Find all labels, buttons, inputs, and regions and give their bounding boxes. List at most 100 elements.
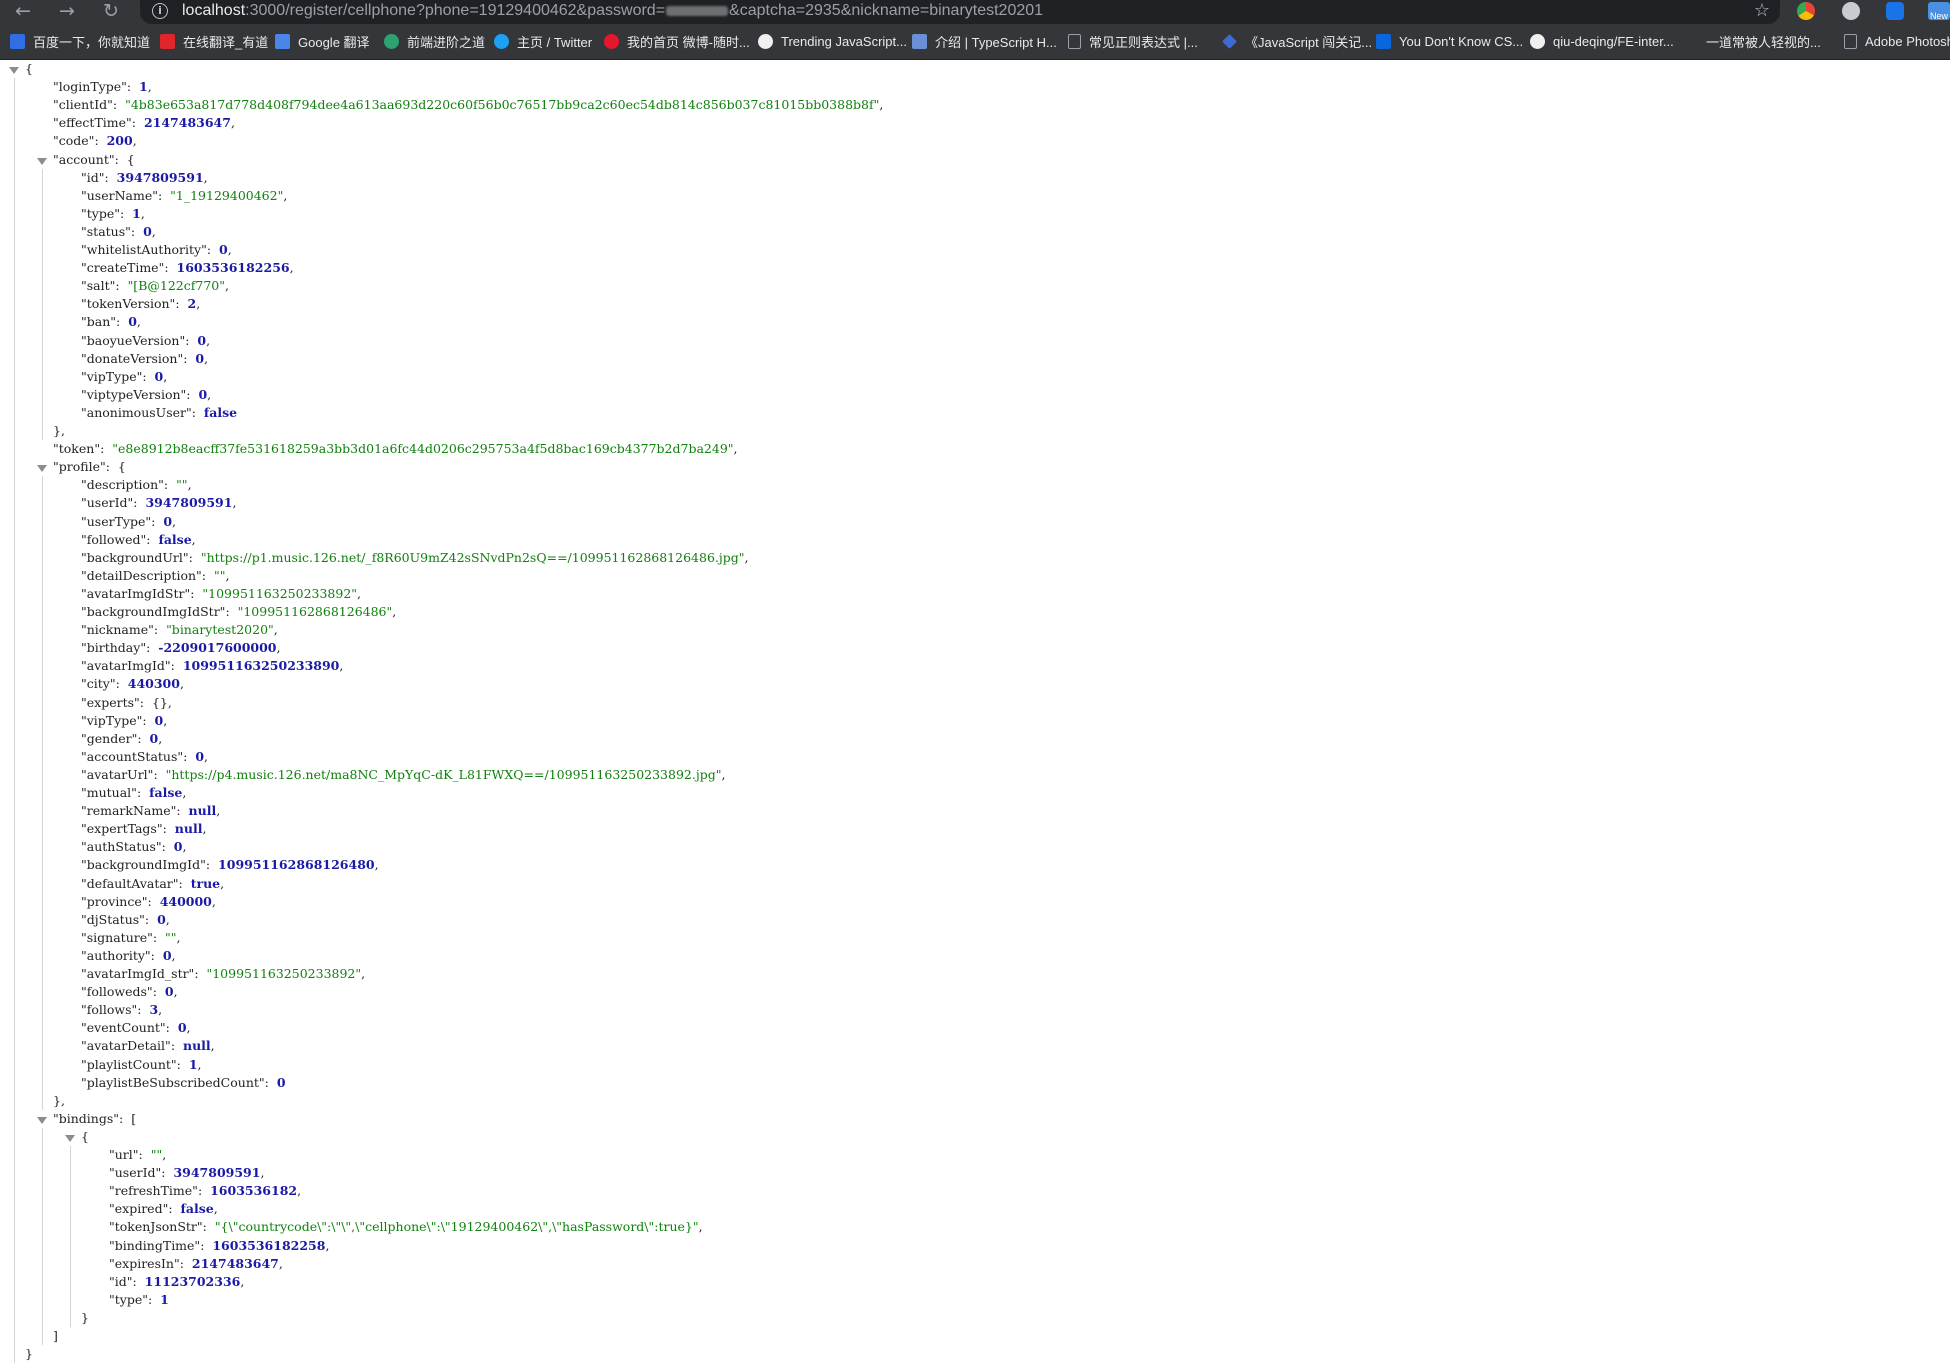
json-colon: : (152, 929, 166, 945)
json-string-value: "109951162868126486" (237, 604, 393, 619)
json-key: "playlistCount" (81, 1056, 177, 1072)
json-line: "defaultAvatar": true, (81, 875, 224, 893)
json-comma: , (182, 785, 187, 800)
json-key: "backgroundImgIdStr" (81, 604, 226, 619)
json-colon: : (152, 984, 165, 1000)
bookmark-item[interactable]: 在线翻译_有道 (160, 24, 268, 59)
json-number-value: 109951162868126480 (218, 857, 375, 873)
bookmark-item[interactable]: 主页 / Twitter (494, 24, 592, 59)
json-line: "detailDescription": "", (81, 567, 229, 585)
json-line: "effectTime": 2147483647, (53, 114, 235, 132)
json-colon: : (178, 875, 191, 891)
address-bar[interactable]: i localhost:3000/register/cellphone?phon… (140, 0, 1780, 24)
json-string-value: "" (165, 929, 177, 945)
collapse-toggle-icon[interactable] (37, 465, 47, 473)
bookmark-star-icon[interactable]: ☆ (1754, 0, 1770, 22)
json-comma: , (392, 604, 397, 619)
json-colon: : (115, 676, 128, 692)
json-colon: : (147, 893, 160, 909)
bookmark-item[interactable]: Google 翻译 (275, 24, 370, 59)
extension-new-icon[interactable]: New (1928, 2, 1950, 21)
json-key: "gender" (81, 730, 138, 746)
json-comma: , (276, 640, 281, 656)
json-key: "tokenVersion" (81, 296, 176, 312)
json-key: "expertTags" (81, 821, 163, 837)
json-line: "vipType": 0, (81, 368, 167, 386)
reload-icon[interactable]: ↻ (94, 0, 128, 24)
json-number-value: 1 (188, 1056, 198, 1072)
json-comma: , (339, 658, 344, 674)
forward-arrow-icon[interactable]: → (50, 0, 84, 24)
json-boolean-value: false (149, 785, 183, 800)
json-key: "status" (81, 223, 131, 239)
extension-download-icon[interactable] (1886, 2, 1904, 20)
json-comma: , (158, 730, 163, 746)
json-line: "authority": 0, (81, 947, 176, 965)
json-key: "vipType" (81, 368, 143, 384)
chrome-extension-icon[interactable] (1797, 2, 1815, 20)
json-colon: : (119, 205, 133, 221)
json-colon: : (190, 585, 203, 601)
bookmark-item[interactable]: You Don't Know CS... (1376, 24, 1523, 59)
bookmark-item[interactable]: 常见正则表达式 |... (1068, 24, 1198, 59)
json-colon: : (115, 278, 128, 294)
site-info-icon[interactable]: i (152, 3, 168, 19)
json-comma: , (232, 495, 237, 511)
google-translate-icon (275, 34, 290, 49)
json-colon: : (126, 79, 140, 95)
collapse-toggle-icon[interactable] (37, 157, 47, 165)
json-line: "profile": { (53, 458, 126, 476)
json-line: "tokenVersion": 2, (81, 295, 200, 313)
url-text[interactable]: localhost:3000/register/cellphone?phone=… (182, 1, 1043, 21)
json-string-value: "" (176, 477, 188, 493)
bookmark-item[interactable]: 一道常被人轻视的... (1706, 24, 1821, 59)
json-number-value: 2147483647 (191, 1255, 279, 1271)
bookmark-item[interactable]: 《JavaScript 闯关记... (1222, 24, 1372, 59)
bookmark-item[interactable]: 介绍 | TypeScript H... (912, 24, 1057, 59)
indent-guide (42, 476, 43, 1110)
json-number-value: 0 (163, 513, 173, 529)
bookmark-label: 前端进阶之道 (407, 35, 486, 50)
json-number-value: 0 (157, 911, 166, 927)
json-line: "gender": 0, (81, 730, 162, 748)
json-comma: , (204, 748, 208, 764)
json-key: "description" (81, 477, 164, 493)
json-boolean-value: false (203, 404, 238, 420)
json-line: "experts": {}, (81, 694, 172, 712)
json-key: "id" (109, 1273, 133, 1289)
collapse-toggle-icon[interactable] (37, 1116, 47, 1124)
json-line: "status": 0, (81, 223, 156, 241)
json-colon: : (164, 260, 177, 276)
json-line: "salt": "[B@122cf770", (81, 277, 229, 295)
extension-circle-icon[interactable] (1842, 2, 1860, 20)
collapse-toggle-icon[interactable] (65, 1134, 75, 1142)
json-number-value: 1603536182258 (212, 1237, 326, 1253)
bookmark-item[interactable]: 前端进阶之道 (384, 24, 485, 59)
bookmark-item[interactable]: 我的首页 微博-随时... (604, 24, 750, 59)
bookmark-item[interactable]: Adobe Photosho (1844, 24, 1950, 59)
json-key: "type" (81, 205, 120, 221)
json-comma: , (182, 839, 187, 855)
json-key: "avatarDetail" (81, 1038, 171, 1054)
json-colon: : (264, 1074, 277, 1090)
json-key: "tokenJsonStr" (109, 1219, 203, 1235)
json-key: "userName" (81, 187, 158, 203)
bookmark-item[interactable]: qiu-deqing/FE-inter... (1530, 24, 1674, 59)
json-colon: : (183, 748, 196, 764)
json-key: "id" (81, 169, 105, 185)
json-key: "follows" (81, 1002, 138, 1018)
json-comma: , (273, 622, 278, 638)
json-line: "createTime": 1603536182256, (81, 259, 294, 277)
collapse-toggle-icon[interactable] (9, 67, 19, 74)
json-comma: , (357, 585, 362, 601)
json-key: "eventCount" (81, 1020, 166, 1036)
weibo-icon (604, 34, 619, 49)
json-colon: : (133, 495, 146, 511)
json-comma: , (163, 368, 168, 384)
bookmark-item[interactable]: 百度一下，你就知道 (10, 24, 150, 59)
back-arrow-icon[interactable]: ← (6, 0, 40, 24)
json-number-value: 0 (128, 314, 137, 330)
bookmarks-bar: 百度一下，你就知道 在线翻译_有道 Google 翻译 前端进阶之道 主页 / … (0, 24, 1950, 60)
bookmark-item[interactable]: Trending JavaScript... (758, 24, 907, 59)
json-comma: , (191, 531, 196, 547)
